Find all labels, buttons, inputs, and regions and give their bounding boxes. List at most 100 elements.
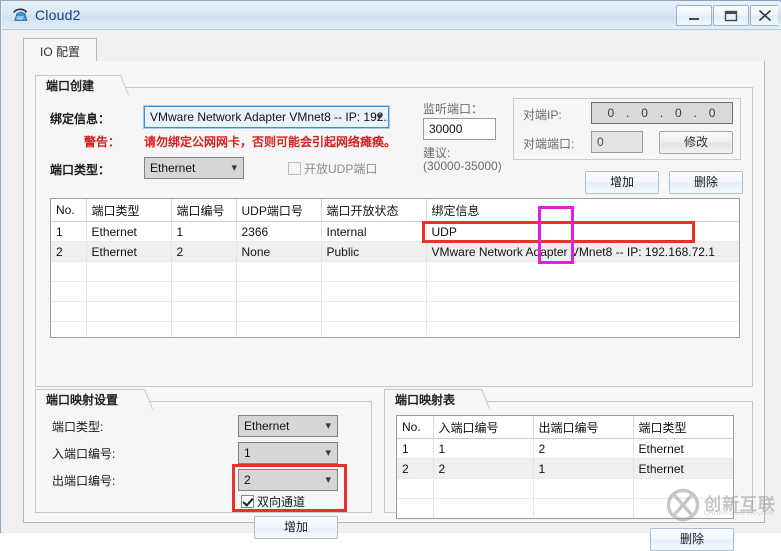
port-grid[interactable]: No. 端口类型 端口编号 UDP端口号 端口开放状态 绑定信息 1 Ethernet 1 23…: [50, 198, 740, 338]
port-grid-empty-cell: [321, 281, 427, 302]
group-port-create-title: 端口创建: [35, 75, 118, 94]
port-grid-cell: UDP: [426, 221, 739, 242]
bidirectional-checkbox[interactable]: 双向通道: [241, 493, 305, 510]
group-port-mapping-settings: 端口映射设置 端口类型: Ethernet ▾ 入端口编号: 1 ▾ 出端口编号…: [35, 389, 372, 539]
mapping-grid-row[interactable]: 1 1 2 Ethernet: [397, 438, 733, 459]
mapping-delete-button[interactable]: 删除: [650, 528, 734, 551]
mapping-grid-empty-cell: [433, 478, 534, 499]
port-grid-cell: 2366: [236, 221, 322, 242]
port-type-combo[interactable]: Ethernet ▾: [144, 157, 244, 179]
modify-button[interactable]: 修改: [659, 131, 733, 154]
port-grid-empty-cell: [171, 281, 237, 302]
map-out-port-value: 2: [244, 473, 251, 487]
suggest-range: (30000-35000): [423, 159, 502, 173]
port-grid-empty-cell: [236, 281, 322, 302]
port-grid-empty-cell: [86, 261, 172, 282]
mapping-grid-cell: 1: [533, 458, 634, 479]
mapping-grid-empty-cell: [433, 498, 534, 518]
port-type-combo-value: Ethernet: [150, 161, 196, 175]
peer-ip-input[interactable]: 0 . 0 . 0 . 0: [591, 102, 733, 124]
port-grid-empty-row[interactable]: [51, 321, 739, 337]
listen-port-input[interactable]: 30000: [423, 118, 496, 140]
window-title: Cloud2: [35, 7, 81, 23]
cloud-icon: [11, 6, 31, 26]
port-grid-cell: VMware Network Adapter VMnet8 -- IP: 192…: [426, 241, 739, 262]
port-grid-cell: Public: [321, 241, 427, 262]
port-grid-empty-row[interactable]: [51, 301, 739, 322]
mapping-grid-header-cell: No.: [397, 416, 434, 439]
port-grid-empty-cell: [321, 321, 427, 337]
port-grid-empty-cell: [171, 261, 237, 282]
mapping-grid-empty-cell: [533, 478, 634, 499]
peer-ip-octet-2: 0: [641, 106, 649, 120]
chevron-down-icon: ▾: [231, 162, 237, 174]
port-grid-row[interactable]: 1 Ethernet 1 2366 Internal UDP: [51, 221, 739, 242]
port-grid-empty-cell: [236, 261, 322, 282]
peer-ip-octet-3: 0: [675, 106, 683, 120]
watermark-subtext: CHUANGXIN HULIAN: [704, 511, 774, 517]
mapping-grid-cell: Ethernet: [633, 458, 733, 479]
group-port-mapping-table-title: 端口映射表: [384, 389, 479, 408]
port-grid-cell: Internal: [321, 221, 427, 242]
binding-info-combo[interactable]: VMware Network Adapter VMnet8 -- IP: 192…: [143, 105, 390, 129]
port-grid-empty-cell: [51, 321, 87, 337]
port-grid-empty-cell: [86, 281, 172, 302]
port-grid-cell: None: [236, 241, 322, 262]
add-port-button[interactable]: 增加: [585, 171, 659, 194]
port-grid-row[interactable]: 2 Ethernet 2 None Public VMware Network Adapt…: [51, 241, 739, 262]
delete-port-button[interactable]: 删除: [669, 171, 743, 194]
checkbox-box: [288, 162, 301, 175]
tab-io-config-label: IO 配置: [40, 45, 81, 59]
mapping-grid-empty-cell: [397, 498, 434, 518]
udp-open-checkbox[interactable]: 开放UDP端口: [288, 160, 377, 177]
binding-info-combo-value: VMware Network Adapter VMnet8 -- IP: 192…: [150, 110, 389, 124]
client-area: IO 配置 端口创建 绑定信息： VMware Network Adapter …: [2, 30, 781, 551]
tab-strip: IO 配置: [23, 38, 765, 63]
mapping-grid-cell: 2: [433, 458, 534, 479]
port-grid-empty-cell: [426, 301, 739, 322]
tab-page-io-config: 端口创建 绑定信息： VMware Network Adapter VMnet8…: [23, 61, 765, 551]
group-port-create: 端口创建 绑定信息： VMware Network Adapter VMnet8…: [35, 75, 753, 387]
peer-port-input[interactable]: 0: [591, 131, 643, 153]
udp-open-checkbox-label: 开放UDP端口: [304, 162, 378, 176]
port-grid-empty-cell: [426, 281, 739, 302]
port-grid-cell: Ethernet: [86, 221, 172, 242]
close-button[interactable]: [750, 5, 778, 26]
port-grid-empty-cell: [321, 301, 427, 322]
listen-port-value: 30000: [429, 122, 463, 136]
peer-ip-octet-4: 0: [708, 106, 717, 120]
map-out-port-combo[interactable]: 2 ▾: [238, 469, 338, 491]
port-grid-empty-cell: [171, 321, 237, 337]
bidirectional-checkbox-label: 双向通道: [257, 495, 306, 509]
port-grid-empty-cell: [86, 301, 172, 322]
map-out-port-label: 出端口编号:: [52, 474, 116, 488]
port-grid-body: 1 Ethernet 1 2366 Internal UDP 2 Ethernet 2 None P…: [51, 221, 739, 337]
port-grid-empty-cell: [426, 321, 739, 337]
chevron-down-icon: ▾: [325, 447, 331, 459]
port-grid-header-cell: No.: [51, 199, 87, 222]
warning-label: 警告：: [84, 135, 121, 149]
maximize-button[interactable]: [713, 5, 749, 26]
minimize-button[interactable]: [676, 5, 712, 26]
mapping-grid-empty-cell: [397, 478, 434, 499]
tab-io-config[interactable]: IO 配置: [23, 38, 98, 62]
mapping-grid-cell: 2: [533, 438, 634, 459]
map-in-port-combo[interactable]: 1 ▾: [238, 442, 338, 464]
map-in-port-value: 1: [244, 446, 251, 460]
port-grid-empty-cell: [51, 301, 87, 322]
mapping-grid-empty-cell: [533, 498, 634, 518]
mapping-grid-cell: 2: [397, 458, 434, 479]
mapping-grid-row[interactable]: 2 2 1 Ethernet: [397, 458, 733, 479]
chevron-down-icon: ▾: [376, 111, 382, 123]
ip-dot-2: .: [659, 106, 665, 120]
port-grid-header-cell: 端口开放状态: [321, 199, 427, 222]
mapping-grid-cell: Ethernet: [633, 438, 733, 459]
port-grid-empty-row[interactable]: [51, 281, 739, 302]
warning-text: 请勿绑定公网网卡，否则可能会引起网络瘫痪。: [144, 135, 397, 149]
map-add-button[interactable]: 增加: [254, 516, 338, 539]
port-grid-cell: Ethernet: [86, 241, 172, 262]
map-port-type-combo[interactable]: Ethernet ▾: [238, 415, 338, 437]
chevron-down-icon: ▾: [325, 420, 331, 432]
port-grid-empty-row[interactable]: [51, 261, 739, 282]
map-in-port-label: 入端口编号:: [52, 447, 116, 461]
